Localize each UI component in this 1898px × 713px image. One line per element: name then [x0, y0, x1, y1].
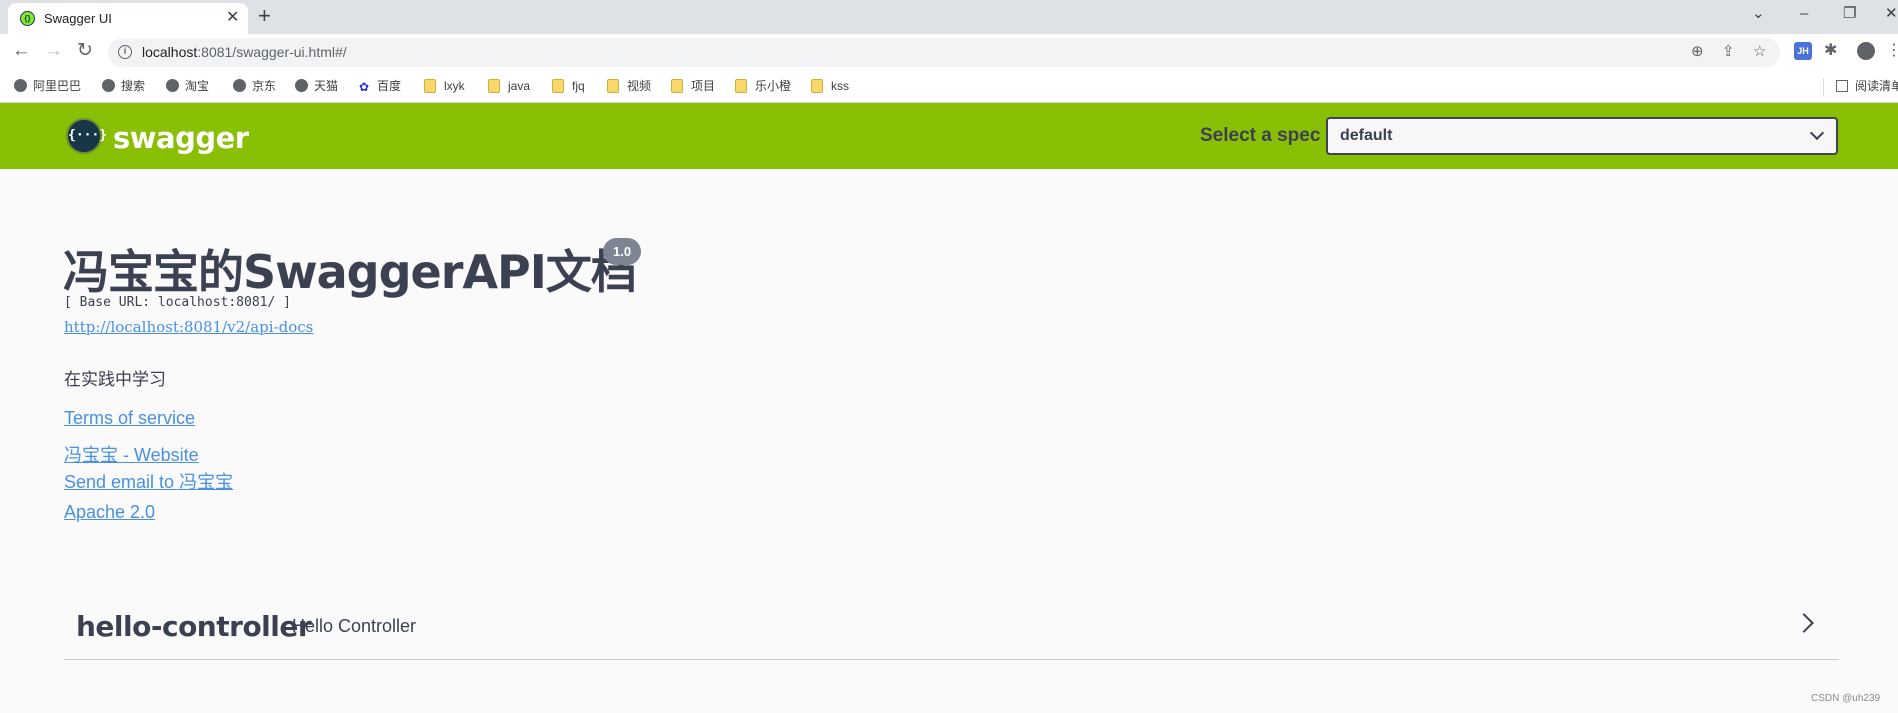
bookmark-item[interactable]: ✿ 百度 — [359, 78, 401, 96]
bookmarks-divider — [1823, 78, 1824, 96]
api-description: 在实践中学习 — [64, 370, 166, 389]
opblock-tag-hello-controller[interactable]: hello-controller Hello Controller — [64, 598, 1839, 660]
bookmark-label: 阿里巴巴 — [33, 79, 82, 93]
bookmark-item[interactable]: 视频 — [607, 78, 651, 96]
reading-list-button[interactable]: 阅读清单 — [1836, 78, 1898, 95]
profile-avatar-icon[interactable] — [1857, 42, 1875, 60]
bookmark-star-icon[interactable]: ☆ — [1753, 43, 1766, 61]
reading-list-icon — [1836, 80, 1848, 92]
browser-tab-bar: {} Swagger UI ✕ + ⌄ – ❐ ✕ — [0, 0, 1898, 34]
bookmark-item[interactable]: java — [488, 78, 530, 96]
bookmark-item[interactable]: 淘宝 — [166, 78, 209, 96]
bookmark-label: 天猫 — [314, 79, 339, 93]
address-bar[interactable]: i localhost:8081/swagger-ui.html#/ ⊕ ⇪ ☆ — [108, 38, 1780, 67]
spec-select-value: default — [1340, 127, 1393, 144]
globe-icon — [166, 79, 179, 92]
bookmark-label: 项目 — [691, 79, 716, 93]
bookmark-item[interactable]: 京东 — [233, 78, 276, 96]
forward-icon[interactable]: → — [44, 41, 63, 61]
globe-icon — [102, 79, 115, 92]
bookmark-label: java — [508, 79, 531, 93]
baidu-paw-icon: ✿ — [359, 80, 370, 94]
extensions-puzzle-icon[interactable]: ✱ — [1824, 41, 1837, 61]
version-badge: 1.0 — [603, 238, 642, 265]
swagger-topbar: {···} swagger Select a spec default — [0, 103, 1898, 169]
api-docs-link[interactable]: http://localhost:8081/v2/api-docs — [64, 318, 313, 336]
new-tab-icon[interactable]: + — [258, 5, 271, 27]
bookmark-label: fjq — [572, 79, 585, 93]
spec-select[interactable]: default — [1326, 117, 1838, 155]
contact-email-link[interactable]: Send email to 冯宝宝 — [64, 468, 233, 494]
restore-icon[interactable]: ❐ — [1843, 4, 1856, 24]
url-host: localhost — [142, 44, 198, 60]
tab-search-icon[interactable]: ⌄ — [1752, 4, 1765, 24]
browser-toolbar: ← → ↻ i localhost:8081/swagger-ui.html#/… — [0, 34, 1898, 70]
folder-icon — [811, 79, 823, 93]
bookmark-item[interactable]: lxyk — [424, 78, 465, 96]
swagger-favicon-icon: {} — [20, 11, 35, 26]
watermark: CSDN @uh239 — [1811, 693, 1881, 704]
bookmark-label: 百度 — [377, 79, 402, 93]
url-text[interactable]: localhost:8081/swagger-ui.html#/ — [142, 44, 347, 60]
api-title: 冯宝宝的SwaggerAPI文档 — [63, 245, 637, 299]
bookmark-item[interactable]: 阿里巴巴 — [14, 78, 81, 96]
tab-title: Swagger UI — [44, 11, 112, 26]
back-icon[interactable]: ← — [12, 41, 31, 61]
bookmark-label: 视频 — [627, 79, 652, 93]
chevron-right-icon[interactable] — [1794, 613, 1814, 633]
bookmark-label: 乐小橙 — [755, 79, 792, 93]
reload-icon[interactable]: ↻ — [77, 41, 93, 61]
close-window-icon[interactable]: ✕ — [1885, 4, 1898, 24]
folder-icon — [552, 79, 564, 93]
swagger-logo-icon[interactable]: {···} — [66, 118, 107, 154]
folder-icon — [735, 79, 747, 93]
spec-select-label: Select a spec — [1200, 125, 1321, 146]
globe-icon — [233, 79, 246, 92]
zoom-icon[interactable]: ⊕ — [1691, 43, 1704, 61]
website-link[interactable]: 冯宝宝 - Website — [64, 441, 199, 467]
swagger-logo-text[interactable]: swagger — [113, 121, 249, 155]
terms-of-service-link[interactable]: Terms of service — [64, 408, 195, 429]
bookmark-item[interactable]: 搜索 — [102, 78, 145, 96]
license-link[interactable]: Apache 2.0 — [64, 502, 155, 523]
bookmark-item[interactable]: kss — [811, 78, 849, 96]
folder-icon — [671, 79, 683, 93]
bookmark-label: 淘宝 — [185, 79, 210, 93]
bookmark-label: 搜索 — [121, 79, 146, 93]
chevron-down-icon — [1809, 125, 1825, 141]
globe-icon — [295, 79, 308, 92]
menu-dots-icon[interactable]: ⋮ — [1886, 41, 1898, 61]
bookmarks-bar: 阿里巴巴 搜索 淘宝 京东 天猫 ✿ 百度 lxyk java fjq 视频 项目… — [0, 70, 1898, 103]
url-path: :8081/swagger-ui.html#/ — [197, 44, 347, 60]
reading-list-label: 阅读清单 — [1855, 79, 1898, 93]
browser-tab[interactable]: {} Swagger UI ✕ — [8, 3, 248, 34]
base-url: [ Base URL: localhost:8081/ ] — [64, 295, 291, 310]
bookmark-label: 京东 — [252, 79, 277, 93]
close-tab-icon[interactable]: ✕ — [226, 9, 239, 27]
bookmark-label: lxyk — [444, 79, 465, 93]
share-icon[interactable]: ⇪ — [1722, 43, 1735, 61]
folder-icon — [607, 79, 619, 93]
tag-description: Hello Controller — [292, 616, 417, 636]
minimize-icon[interactable]: – — [1800, 4, 1808, 24]
bookmark-item[interactable]: 乐小橙 — [735, 78, 791, 96]
folder-icon — [424, 79, 436, 93]
folder-icon — [488, 79, 500, 93]
globe-icon — [14, 79, 27, 92]
bookmark-label: kss — [831, 79, 849, 93]
bookmark-item[interactable]: fjq — [552, 78, 585, 96]
bookmark-item[interactable]: 天猫 — [295, 78, 338, 96]
tag-name: hello-controller — [76, 610, 312, 643]
bookmark-item[interactable]: 项目 — [671, 78, 715, 96]
jh-extension-icon[interactable]: JH — [1794, 42, 1812, 60]
site-info-icon[interactable]: i — [118, 45, 132, 59]
